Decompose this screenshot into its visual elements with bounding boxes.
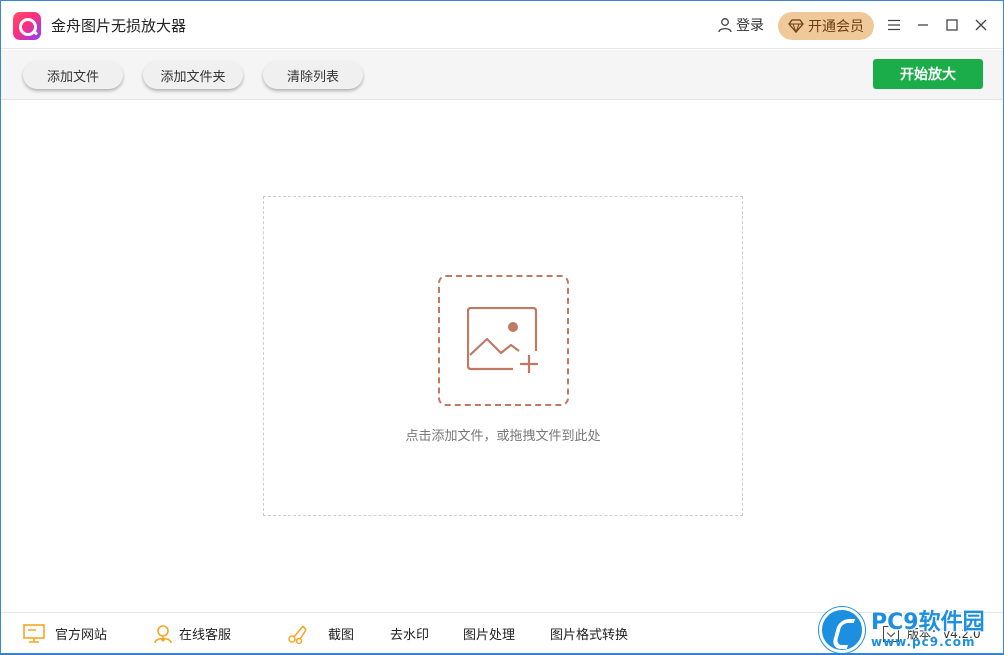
scissors-icon [288,625,307,644]
minimize-button[interactable] [911,13,935,37]
app-title: 金舟图片无损放大器 [51,17,187,35]
file-drop-zone[interactable]: 点击添加文件，或拖拽文件到此处 [263,196,743,516]
drop-hint-text: 点击添加文件，或拖拽文件到此处 [405,429,601,444]
add-image-box[interactable] [438,275,569,406]
site-watermark: PC9软件园 www.pc9.com [819,605,1004,655]
official-site-label: 官方网站 [55,628,108,643]
add-file-button[interactable]: 添加文件 [23,61,123,89]
maximize-icon [946,19,958,31]
screenshot-link[interactable]: 截图 [287,613,354,654]
monitor-icon [23,623,45,643]
close-icon [975,19,987,31]
maximize-button[interactable] [940,13,964,37]
login-label: 登录 [736,18,764,34]
online-service-link[interactable]: 在线客服 [153,613,231,654]
start-enlarge-button[interactable]: 开始放大 [873,59,983,89]
title-bar: 金舟图片无损放大器 登录 开通会员 [1,1,1003,49]
login-button[interactable]: 登录 [717,15,764,35]
menu-button[interactable] [882,13,906,37]
screenshot-label: 截图 [328,628,355,643]
clear-list-button[interactable]: 清除列表 [263,61,363,89]
official-site-link[interactable]: 官方网站 [23,613,107,654]
image-add-icon [466,306,538,373]
watermark-main: PC9软件园 [871,610,985,635]
add-folder-button[interactable]: 添加文件夹 [143,61,243,89]
watermark-logo-icon [819,607,865,653]
image-process-link[interactable]: 图片处理 [463,613,515,654]
menu-icon [888,19,900,31]
watermark-sub: www.pc9.com [871,635,976,649]
remove-watermark-link[interactable]: 去水印 [390,613,429,654]
close-button[interactable] [969,13,993,37]
toolbar: 添加文件 添加文件夹 清除列表 开始放大 [1,50,1003,100]
diamond-icon [788,19,804,33]
user-icon [718,18,732,33]
headset-user-icon [154,624,172,643]
online-service-label: 在线客服 [179,628,232,643]
watermark-text: PC9软件园 www.pc9.com [871,610,985,649]
format-convert-link[interactable]: 图片格式转换 [550,613,628,654]
minimize-icon [918,24,928,26]
app-logo-icon [13,12,41,40]
vip-button[interactable]: 开通会员 [778,12,874,40]
vip-label: 开通会员 [808,19,864,35]
app-window: 金舟图片无损放大器 登录 开通会员 添加文件 添加文件夹 清除列表 开始放大 点… [0,0,1004,654]
